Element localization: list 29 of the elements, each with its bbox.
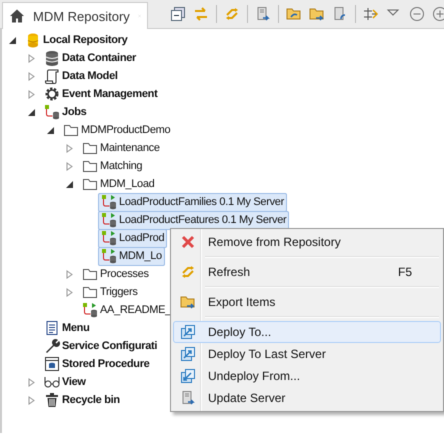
- command-option[interactable]: Export Items: [173, 291, 441, 313]
- tree-item[interactable]: Jobs: [41, 102, 90, 122]
- tree-item[interactable]: LoadProd: [98, 228, 168, 248]
- command-option[interactable]: Remove from Repository: [173, 231, 441, 253]
- command-option[interactable]: Update Server: [173, 387, 441, 409]
- tree-item[interactable]: Processes: [79, 264, 152, 284]
- command-option[interactable]: Deploy To...: [173, 321, 441, 343]
- tree-item[interactable]: Stored Procedure: [41, 354, 153, 374]
- tree-item[interactable]: Local Repository: [22, 30, 130, 50]
- tree-item[interactable]: Event Management: [41, 84, 160, 104]
- tree-item[interactable]: LoadProductFamilies 0.1 My Server: [98, 192, 287, 212]
- tree-item[interactable]: View: [41, 372, 89, 392]
- tree-item[interactable]: AA_README_: [79, 300, 174, 320]
- command-option[interactable]: Refresh F5: [173, 261, 441, 283]
- tree-item[interactable]: Data Container: [41, 48, 140, 68]
- command-option[interactable]: Undeploy From...: [173, 365, 441, 387]
- tree-item[interactable]: Recycle bin: [41, 390, 123, 410]
- tree-item[interactable]: MDM_Lo: [98, 246, 165, 266]
- tree-item[interactable]: Matching: [79, 156, 146, 176]
- tree-item[interactable]: Data Model: [41, 66, 121, 86]
- tree-item[interactable]: Service Configurati: [41, 336, 160, 356]
- tree-item[interactable]: Menu: [41, 318, 93, 338]
- tree-item[interactable]: MDMProductDemo: [60, 120, 174, 140]
- tree-item[interactable]: Maintenance: [79, 138, 163, 158]
- command-option[interactable]: Deploy To Last Server: [173, 343, 441, 365]
- tree-item[interactable]: MDM_Load: [79, 174, 158, 194]
- view-tab[interactable]: MDM Repository: [2, 2, 148, 29]
- tree-item[interactable]: Triggers: [79, 282, 141, 302]
- tree-item[interactable]: LoadProductFeatures 0.1 My Server: [98, 210, 290, 230]
